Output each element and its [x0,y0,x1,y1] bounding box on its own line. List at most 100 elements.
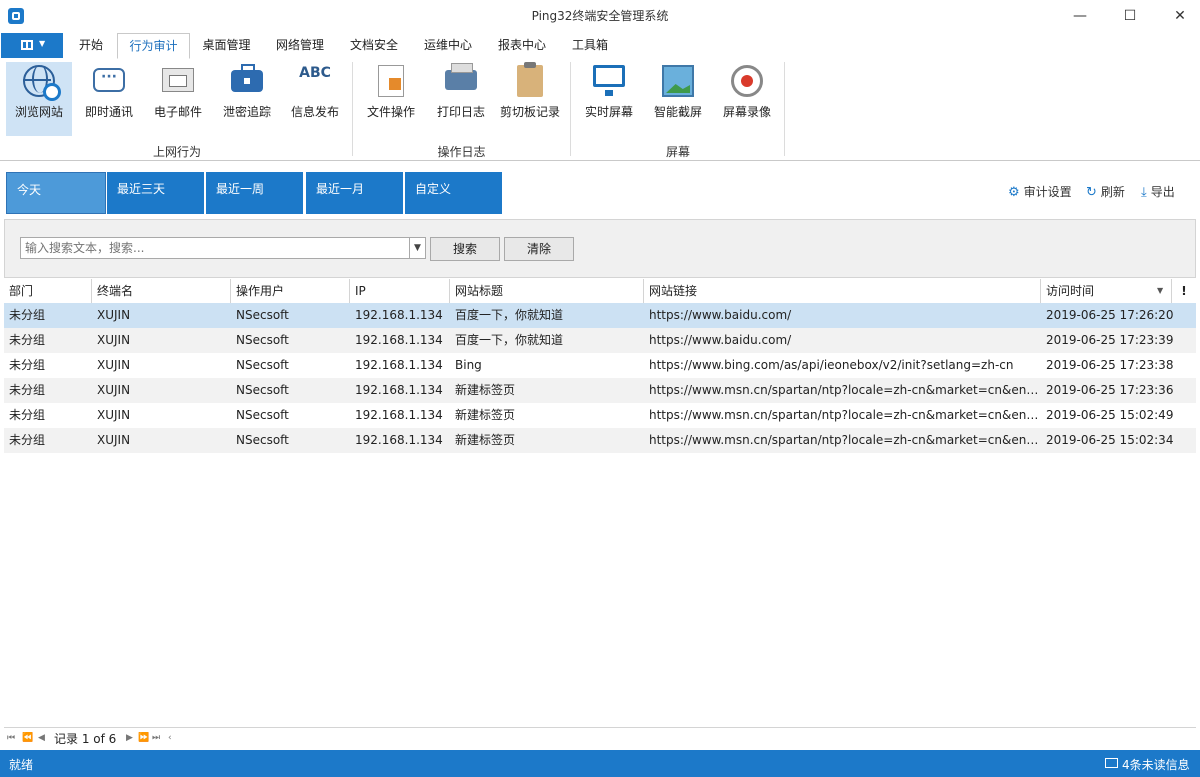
tab-reports[interactable]: 报表中心 [488,33,556,58]
cell-title: Bing [455,358,482,372]
cell-time: 2019-06-25 17:23:38 [1046,358,1174,372]
cell-user: NSecsoft [236,433,289,447]
tab-ops[interactable]: 运维中心 [414,33,482,58]
group-divider [570,62,571,156]
tab-doc-security[interactable]: 文档安全 [340,33,408,58]
gear-icon: ⚙ [1008,185,1020,200]
column-header-terminal[interactable]: 终端名 [92,279,231,303]
table-row[interactable]: 未分组 XUJIN NSecsoft 192.168.1.134 Bing ht… [4,353,1196,378]
cell-terminal: XUJIN [97,308,131,322]
prev-page-icon[interactable]: ⏪ [22,733,33,743]
printer-icon [445,63,477,90]
unread-messages[interactable]: 4条未读信息 [1122,756,1190,773]
tab-start[interactable]: 开始 [68,33,114,58]
im-button[interactable]: 即时通讯 [76,62,142,136]
next-page-icon[interactable]: ⏩ [138,733,149,743]
range-week[interactable]: 最近一周 [206,172,303,214]
info-publish-button[interactable]: ABC 信息发布 [282,62,348,136]
search-button[interactable]: 搜索 [430,237,500,261]
cell-terminal: XUJIN [97,358,131,372]
next-record-icon[interactable]: ▶ [126,733,133,743]
live-screen-button[interactable]: 实时屏幕 [576,62,642,136]
last-page-icon[interactable]: ⏭ [152,733,160,743]
column-header-title[interactable]: 网站标题 [450,279,644,303]
group-label-ops: 操作日志 [437,145,486,159]
column-header-url[interactable]: 网站链接 [644,279,1041,303]
column-header-ip[interactable]: IP [350,279,450,303]
column-header-dept[interactable]: 部门 [4,279,92,303]
column-header-time[interactable]: 访问时间 [1041,279,1172,303]
cell-ip: 192.168.1.134 [355,408,443,422]
file-ops-button[interactable]: 文件操作 [358,62,424,136]
smart-screenshot-button[interactable]: 智能截屏 [645,62,711,136]
maximize-button[interactable]: ☐ [1110,0,1150,32]
clipboard-log-button[interactable]: 剪切板记录 [495,62,565,136]
browse-web-button[interactable]: 浏览网站 [6,62,72,136]
clear-button[interactable]: 清除 [504,237,574,261]
briefcase-icon [231,64,263,92]
chevron-down-icon[interactable]: ▼ [409,237,426,259]
range-today[interactable]: 今天 [6,172,106,214]
chat-icon [93,68,125,92]
cell-dept: 未分组 [9,358,46,372]
cell-url: https://www.msn.cn/spartan/ntp?locale=zh… [649,433,1041,447]
cell-url: https://www.baidu.com/ [649,308,792,322]
scroll-left-icon[interactable]: ‹ [168,733,172,743]
clipboard-icon [517,62,543,97]
tab-network[interactable]: 网络管理 [266,33,334,58]
cell-title: 百度一下，你就知道 [455,333,564,347]
column-header-user[interactable]: 操作用户 [231,279,350,303]
picture-icon [662,65,694,97]
range-month[interactable]: 最近一月 [306,172,403,214]
status-bar [0,750,1200,777]
cell-terminal: XUJIN [97,408,131,422]
screen-record-button[interactable]: 屏幕录像 [714,62,780,136]
cell-dept: 未分组 [9,433,46,447]
group-label-web: 上网行为 [152,145,201,159]
cell-terminal: XUJIN [97,333,131,347]
cell-url: https://www.bing.com/as/api/ieonebox/v2/… [649,358,1014,372]
window-title: Ping32终端安全管理系统 [531,9,669,23]
tab-desktop[interactable]: 桌面管理 [193,33,260,58]
cell-ip: 192.168.1.134 [355,308,443,322]
table-row[interactable]: 未分组 XUJIN NSecsoft 192.168.1.134 新建标签页 h… [4,403,1196,428]
cell-ip: 192.168.1.134 [355,433,443,447]
tab-toolbox[interactable]: 工具箱 [562,33,618,58]
export-button[interactable]: ⤓ 导出 [1141,183,1175,200]
group-divider [784,62,785,156]
table-row[interactable]: 未分组 XUJIN NSecsoft 192.168.1.134 新建标签页 h… [4,378,1196,403]
column-chooser-icon[interactable]: ! [1172,279,1196,303]
close-button[interactable]: ✕ [1160,0,1200,32]
first-page-icon[interactable]: ⏮ [7,733,15,743]
tab-behavior-audit[interactable]: 行为审计 [117,33,190,59]
cell-user: NSecsoft [236,358,289,372]
email-button[interactable]: 电子邮件 [145,62,211,136]
refresh-icon: ↻ [1086,185,1097,200]
search-input[interactable] [20,237,410,259]
print-log-button[interactable]: 打印日志 [428,62,494,136]
range-custom[interactable]: 自定义 [405,172,502,214]
prev-record-icon[interactable]: ◀ [38,733,45,743]
table-row[interactable]: 未分组 XUJIN NSecsoft 192.168.1.134 百度一下，你就… [4,303,1196,328]
cell-terminal: XUJIN [97,433,131,447]
record-icon [731,65,763,97]
cell-terminal: XUJIN [97,383,131,397]
app-menu-button[interactable]: ▼ [1,33,63,58]
minimize-button[interactable]: — [1060,0,1100,32]
refresh-button[interactable]: ↻ 刷新 [1086,183,1125,200]
cell-time: 2019-06-25 15:02:34 [1046,433,1174,447]
audit-settings-button[interactable]: ⚙ 审计设置 [1008,183,1072,200]
cell-title: 百度一下，你就知道 [455,308,564,322]
monitor-icon [593,65,625,96]
message-icon [1105,758,1118,768]
group-label-screen: 屏幕 [665,145,690,159]
table-row[interactable]: 未分组 XUJIN NSecsoft 192.168.1.134 百度一下，你就… [4,328,1196,353]
cell-dept: 未分组 [9,383,46,397]
app-menu-icon [21,40,33,50]
range-3days[interactable]: 最近三天 [107,172,204,214]
cell-url: https://www.msn.cn/spartan/ntp?locale=zh… [649,383,1041,397]
record-counter: 记录 1 of 6 [54,732,117,746]
table-row[interactable]: 未分组 XUJIN NSecsoft 192.168.1.134 新建标签页 h… [4,428,1196,453]
leak-trace-button[interactable]: 泄密追踪 [214,62,280,136]
cell-time: 2019-06-25 17:23:36 [1046,383,1174,397]
